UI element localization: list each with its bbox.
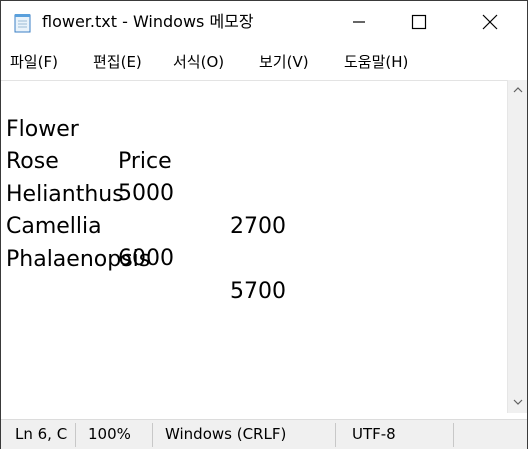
line-helianthus-price: 2700 — [230, 214, 286, 239]
line-ending: Windows (CRLF) — [165, 425, 287, 443]
text-line: Phalaenopsis 5700 — [6, 212, 286, 340]
scroll-down-icon[interactable] — [513, 398, 523, 406]
line-price-label: Price — [118, 149, 172, 174]
text-editor[interactable]: Flower Price Rose 5000 Helianthus 2700 C… — [1, 80, 507, 414]
status-bar: Ln 6, C 100% Windows (CRLF) UTF-8 — [1, 419, 527, 449]
maximize-icon — [411, 14, 427, 30]
menu-view[interactable]: 보기(V) — [259, 51, 309, 73]
cursor-position: Ln 6, C — [15, 425, 68, 443]
minimize-button[interactable] — [336, 1, 382, 43]
status-separator — [335, 423, 336, 447]
menu-edit[interactable]: 편집(E) — [93, 51, 142, 73]
minimize-icon — [353, 21, 365, 23]
status-separator — [75, 423, 76, 447]
maximize-button[interactable] — [396, 1, 442, 43]
zoom-level: 100% — [88, 425, 131, 443]
title-bar[interactable]: flower.txt - Windows 메모장 — [1, 1, 527, 43]
vertical-scrollbar[interactable] — [507, 80, 527, 413]
status-separator — [453, 423, 454, 447]
menu-file[interactable]: 파일(F) — [10, 51, 58, 73]
notepad-window: flower.txt - Windows 메모장 파일(F) 편집(E) 서식(… — [0, 0, 528, 449]
line-phalaenopsis-name: Phalaenopsis — [6, 247, 151, 272]
menu-format[interactable]: 서식(O) — [173, 51, 224, 73]
menu-bar: 파일(F) 편집(E) 서식(O) 보기(V) 도움말(H) — [1, 47, 527, 77]
menu-help[interactable]: 도움말(H) — [344, 51, 408, 73]
encoding: UTF-8 — [352, 425, 396, 443]
line-phalaenopsis-price: 5700 — [230, 279, 286, 304]
window-title: flower.txt - Windows 메모장 — [42, 12, 254, 31]
line-rose-price: 5000 — [118, 181, 174, 206]
close-button[interactable] — [467, 1, 513, 43]
notepad-icon — [14, 13, 32, 33]
scroll-up-icon[interactable] — [513, 86, 523, 94]
close-icon — [482, 14, 498, 30]
status-separator — [152, 423, 153, 447]
